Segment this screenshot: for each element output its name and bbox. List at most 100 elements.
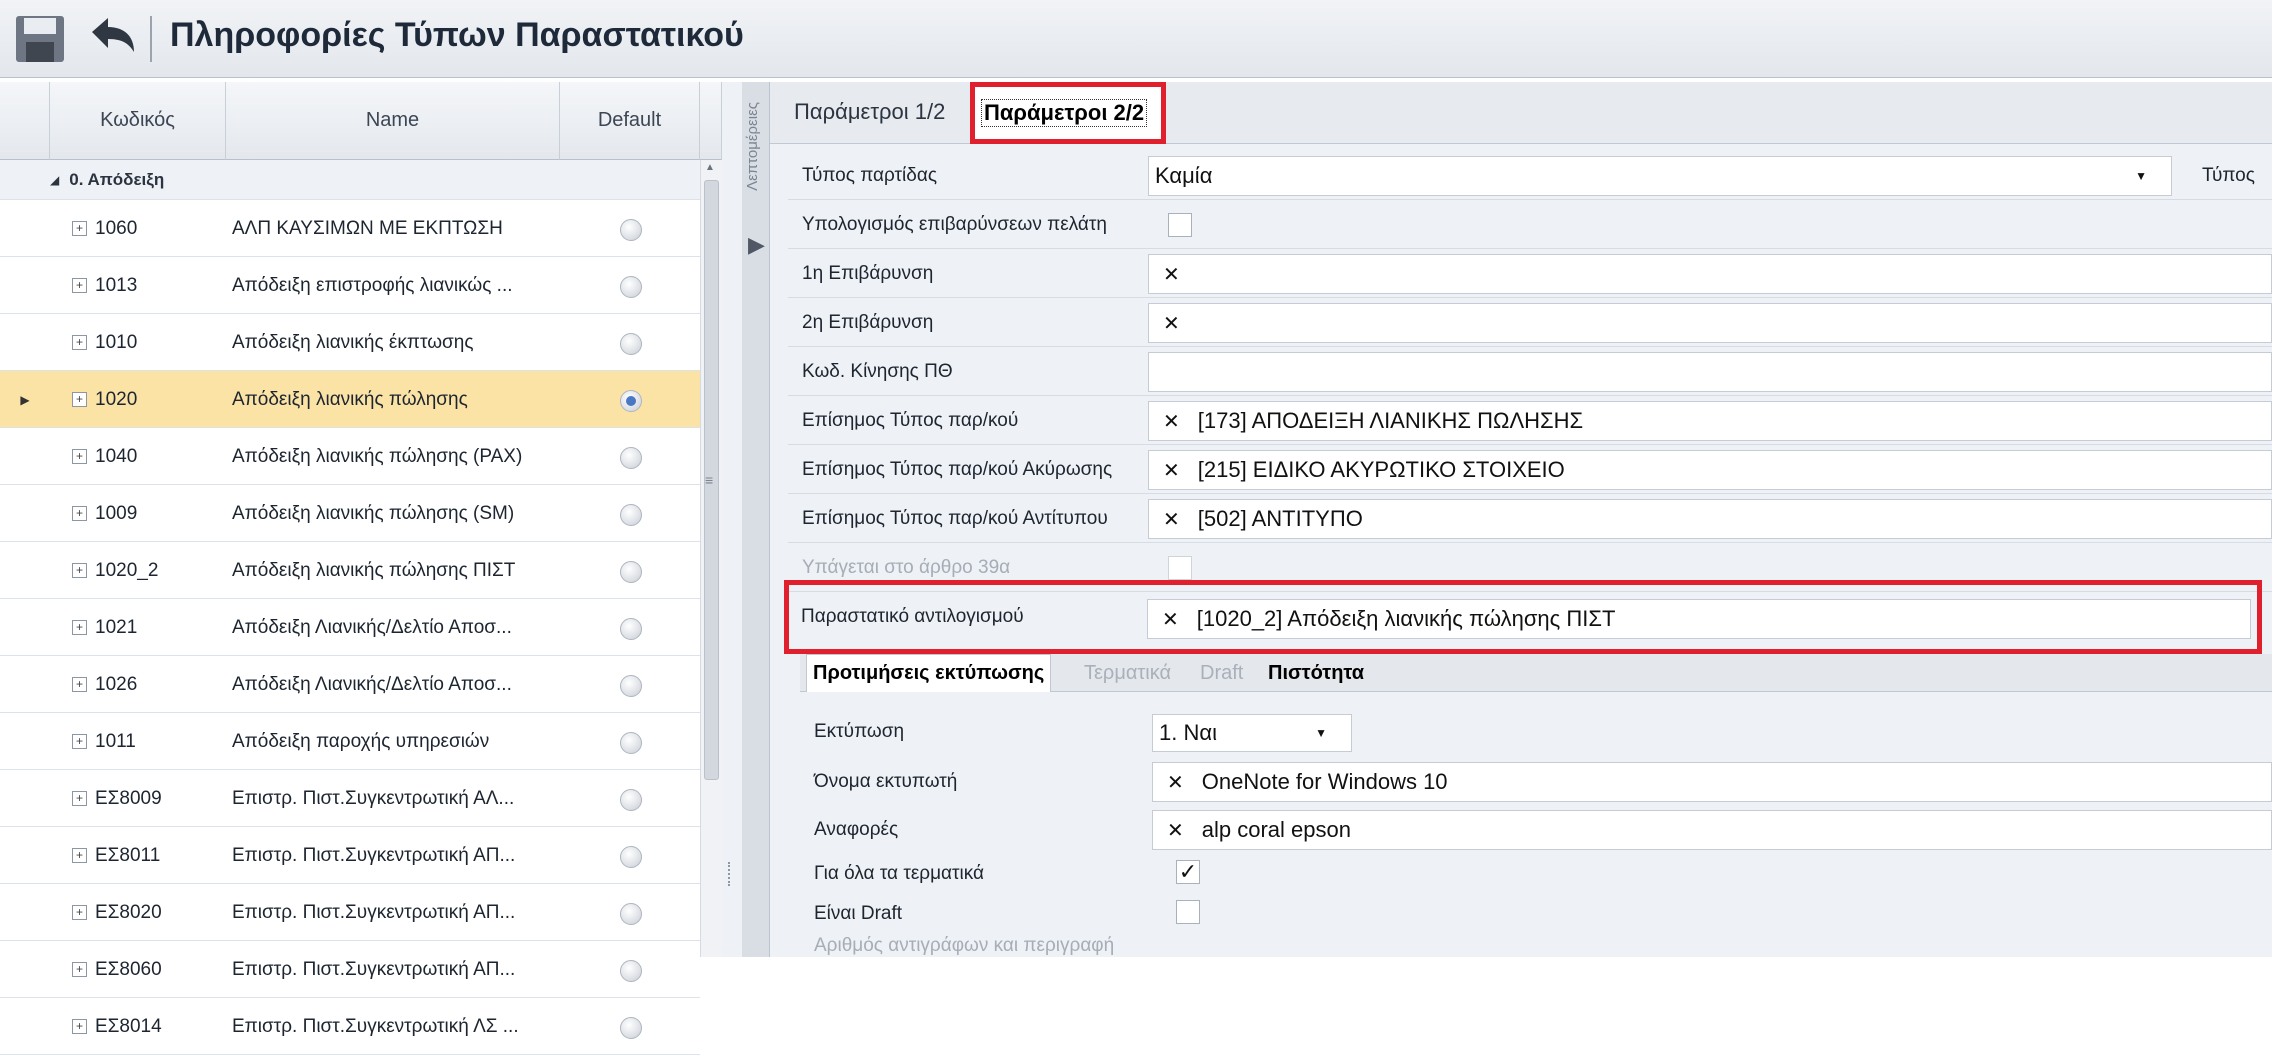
default-radio[interactable]: [620, 333, 642, 355]
expand-icon[interactable]: +: [72, 620, 87, 635]
table-row[interactable]: +1010 Απόδειξη λιανικής έκπτωσης: [0, 314, 700, 371]
clear-icon[interactable]: ✕: [1167, 818, 1184, 843]
all-terminals-checkbox[interactable]: ✓: [1176, 860, 1200, 884]
expand-icon[interactable]: +: [72, 791, 87, 806]
charge1-field[interactable]: ✕: [1148, 254, 2272, 294]
movement-code-field[interactable]: [1148, 352, 2272, 392]
table-row[interactable]: + ΕΣ8020 Επιστρ. Πιστ.Συγκεντρωτική ΑΠ...: [0, 884, 700, 941]
row-name: Απόδειξη Λιανικής/Δελτίο Αποσ...: [232, 616, 512, 638]
row-name: Απόδειξη Λιανικής/Δελτίο Αποσ...: [232, 673, 512, 695]
expand-icon[interactable]: +: [72, 449, 87, 464]
tab-credit[interactable]: Πιστότητα: [1262, 654, 1370, 692]
default-radio[interactable]: [620, 618, 642, 640]
table-row[interactable]: +1060 ΑΛΠ ΚΑΥΣΙΜΩΝ ΜΕ ΕΚΠΤΩΣΗ: [0, 200, 700, 257]
table-row[interactable]: +1026 Απόδειξη Λιανικής/Δελτίο Αποσ...: [0, 656, 700, 713]
default-radio[interactable]: [620, 390, 642, 412]
printing-select[interactable]: 1. Ναι ▼: [1152, 714, 1352, 752]
tab-params-2[interactable]: Παράμετροι 2/2: [970, 82, 1166, 144]
expand-icon[interactable]: +: [72, 848, 87, 863]
default-radio[interactable]: [620, 903, 642, 925]
default-radio[interactable]: [620, 276, 642, 298]
expand-icon[interactable]: +: [72, 1019, 87, 1034]
tab-print-prefs[interactable]: Προτιμήσεις εκτύπωσης: [806, 654, 1052, 692]
default-radio[interactable]: [620, 561, 642, 583]
table-row[interactable]: ▶ +1020 Απόδειξη λιανικής πώλησης: [0, 371, 700, 428]
reports-field[interactable]: ✕ alp coral epson: [1152, 810, 2272, 850]
expand-icon[interactable]: +: [72, 335, 87, 350]
official-cancel-value: [215] ΕΙΔΙΚΟ ΑΚΥΡΩΤΙΚΟ ΣΤΟΙΧΕΙΟ: [1197, 457, 1565, 482]
dropdown-arrow-icon[interactable]: ▼: [2135, 169, 2147, 183]
printer-value: OneNote for Windows 10: [1201, 769, 1448, 794]
official-type-field[interactable]: ✕ [173] ΑΠΟΔΕΙΞΗ ΛΙΑΝΙΚΗΣ ΠΩΛΗΣΗΣ: [1148, 401, 2272, 441]
is-draft-checkbox[interactable]: [1176, 900, 1200, 924]
table-row[interactable]: + ΕΣ8014 Επιστρ. Πιστ.Συγκεντρωτική ΛΣ ...: [0, 998, 700, 1055]
printing-value: 1. Ναι: [1159, 720, 1217, 745]
table-row[interactable]: + ΕΣ8011 Επιστρ. Πιστ.Συγκεντρωτική ΑΠ...: [0, 827, 700, 884]
default-radio[interactable]: [620, 789, 642, 811]
tab-terminals[interactable]: Τερματικά: [1078, 654, 1177, 692]
expand-icon[interactable]: +: [72, 563, 87, 578]
collapse-arrow-icon[interactable]: ◢: [50, 173, 59, 187]
charge2-field[interactable]: ✕: [1148, 303, 2272, 343]
table-row[interactable]: +1021 Απόδειξη Λιανικής/Δελτίο Αποσ...: [0, 599, 700, 656]
default-radio[interactable]: [620, 1017, 642, 1039]
expand-icon[interactable]: +: [72, 677, 87, 692]
clear-icon[interactable]: ✕: [1162, 607, 1179, 632]
row-official-type: Επίσημος Τύπος παρ/κού ✕ [173] ΑΠΟΔΕΙΞΗ Λ…: [788, 397, 2272, 445]
default-radio[interactable]: [620, 504, 642, 526]
scroll-up-arrow-icon[interactable]: ▲: [705, 162, 715, 173]
tab-params-1-label: Παράμετροι 1/2: [794, 99, 946, 124]
default-radio[interactable]: [620, 219, 642, 241]
table-row[interactable]: + ΕΣ8060 Επιστρ. Πιστ.Συγκεντρωτική ΑΠ...: [0, 941, 700, 998]
clear-icon[interactable]: ✕: [1163, 262, 1180, 287]
row-name: Απόδειξη λιανικής έκπτωσης: [232, 331, 474, 353]
default-radio[interactable]: [620, 447, 642, 469]
expand-icon[interactable]: +: [72, 734, 87, 749]
clear-icon[interactable]: ✕: [1167, 770, 1184, 795]
table-row[interactable]: +1020_2 Απόδειξη λιανικής πώλησης ΠΙΣΤ: [0, 542, 700, 599]
column-header-default[interactable]: Default: [560, 82, 700, 160]
details-side-strip[interactable]: Λεπτομέρειες ▶: [742, 82, 770, 957]
article39-checkbox[interactable]: [1168, 556, 1192, 580]
expand-icon[interactable]: +: [72, 392, 87, 407]
tab-params-1[interactable]: Παράμετροι 1/2: [788, 92, 951, 132]
expand-icon[interactable]: +: [72, 278, 87, 293]
tab-draft[interactable]: Draft: [1194, 654, 1249, 692]
expand-icon[interactable]: +: [72, 962, 87, 977]
clear-icon[interactable]: ✕: [1163, 311, 1180, 336]
row-batch-type: Τύπος παρτίδας Καμία ▼ Τύπος: [788, 152, 2272, 200]
official-copy-field[interactable]: ✕ [502] ΑΝΤΙΤΥΠΟ: [1148, 499, 2272, 539]
column-header-name[interactable]: Name: [226, 82, 560, 160]
table-row[interactable]: + ΕΣ8009 Επιστρ. Πιστ.Συγκεντρωτική ΑΛ...: [0, 770, 700, 827]
clear-icon[interactable]: ✕: [1163, 507, 1180, 532]
undo-icon[interactable]: [78, 12, 138, 64]
printer-field[interactable]: ✕ OneNote for Windows 10: [1152, 762, 2272, 802]
table-row[interactable]: +1009 Απόδειξη λιανικής πώλησης (SM): [0, 485, 700, 542]
dropdown-arrow-icon[interactable]: ▼: [1315, 726, 1327, 740]
column-header-code[interactable]: Κωδικός: [50, 82, 226, 160]
official-cancel-field[interactable]: ✕ [215] ΕΙΔΙΚΟ ΑΚΥΡΩΤΙΚΟ ΣΤΟΙΧΕΙΟ: [1148, 450, 2272, 490]
group-row[interactable]: ◢ 0. Απόδειξη: [0, 160, 700, 200]
clear-icon[interactable]: ✕: [1163, 458, 1180, 483]
save-icon[interactable]: [14, 14, 66, 64]
row-code: +1021: [72, 599, 226, 656]
default-radio[interactable]: [620, 732, 642, 754]
table-row[interactable]: +1040 Απόδειξη λιανικής πώλησης (PAX): [0, 428, 700, 485]
calc-charges-checkbox[interactable]: [1168, 213, 1192, 237]
default-radio[interactable]: [620, 846, 642, 868]
table-row[interactable]: +1011 Απόδειξη παροχής υπηρεσιών: [0, 713, 700, 770]
expand-icon[interactable]: +: [72, 506, 87, 521]
splitter[interactable]: [722, 82, 742, 957]
default-radio[interactable]: [620, 675, 642, 697]
batch-type-select[interactable]: Καμία ▼: [1148, 156, 2172, 196]
tab-draft-label: Draft: [1200, 661, 1244, 684]
table-row[interactable]: +1013 Απόδειξη επιστροφής λιανικώς ...: [0, 257, 700, 314]
expand-icon[interactable]: +: [72, 905, 87, 920]
row-movement-code: Κωδ. Κίνησης ΠΘ: [788, 348, 2272, 396]
expand-arrow-icon[interactable]: ▶: [748, 232, 765, 258]
reversal-doc-field[interactable]: ✕ [1020_2] Απόδειξη λιανικής πώλησης ΠΙΣΤ: [1147, 599, 2251, 639]
expand-icon[interactable]: +: [72, 221, 87, 236]
grid-scrollbar[interactable]: ▲ ≡: [700, 160, 722, 957]
clear-icon[interactable]: ✕: [1163, 409, 1180, 434]
default-radio[interactable]: [620, 960, 642, 982]
